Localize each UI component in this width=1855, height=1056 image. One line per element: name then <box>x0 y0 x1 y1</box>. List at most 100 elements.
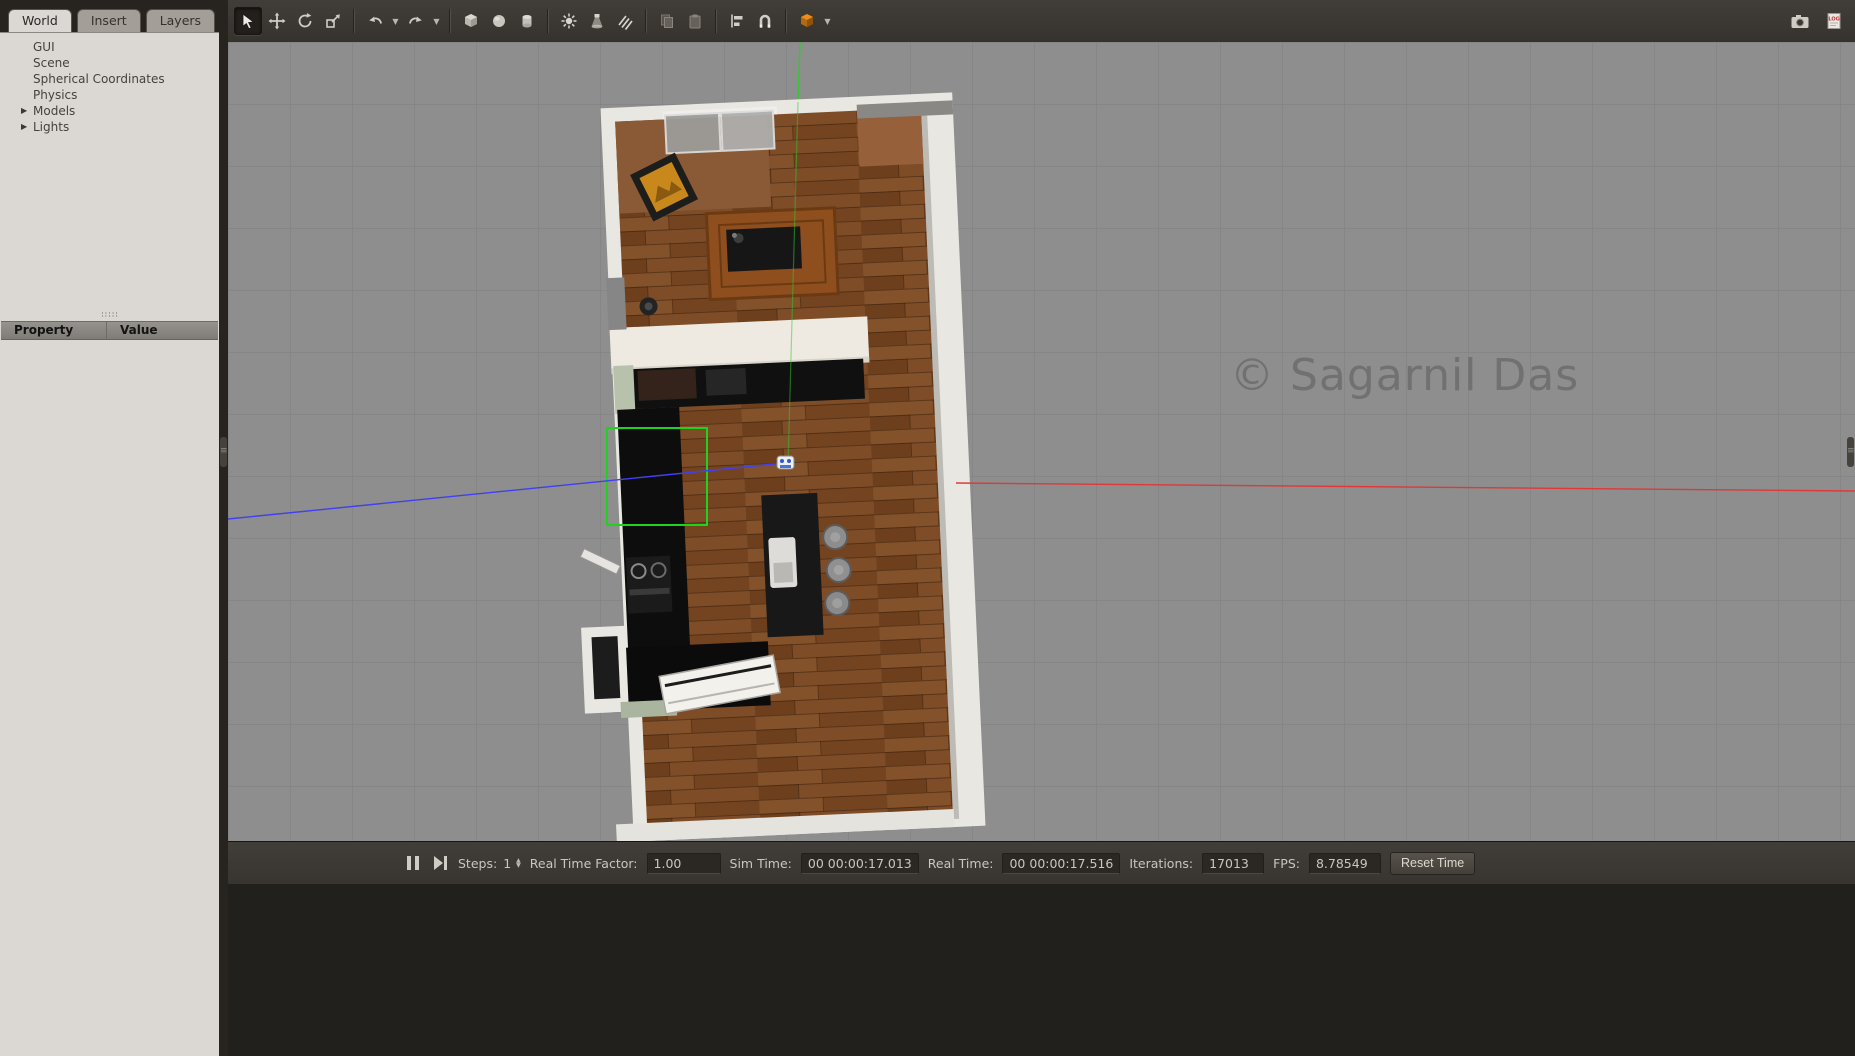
viewport-canvas[interactable]: © Sagarnil Das <box>228 42 1855 841</box>
log-file-icon: LOG <box>1825 12 1843 30</box>
steps-value[interactable]: 1 <box>503 856 511 871</box>
sun-icon <box>560 12 578 30</box>
right-splitter-handle[interactable]: ≡ <box>1847 437 1854 467</box>
gazebo-window: World Insert Layers GUI Scene Spherical … <box>0 0 1855 1056</box>
iterations-field: 17013 <box>1202 853 1264 874</box>
watermark: © Sagarnil Das <box>1230 350 1579 401</box>
align-icon <box>728 12 746 30</box>
expand-arrow-icon[interactable]: ▶ <box>21 106 27 115</box>
tree-item-gui[interactable]: GUI <box>0 39 219 55</box>
redo-button[interactable] <box>403 8 429 34</box>
sim-time-label: Sim Time: <box>730 856 792 871</box>
tree-item-models[interactable]: ▶ Models <box>0 103 219 119</box>
sim-time-field: 00 00:00:17.013 <box>801 853 919 874</box>
svg-text:LOG: LOG <box>1828 17 1839 23</box>
data-logger-button[interactable]: LOG <box>1821 8 1847 34</box>
viewport[interactable]: © Sagarnil Das <box>228 42 1855 841</box>
tree-item-lights[interactable]: ▶ Lights <box>0 119 219 135</box>
steps-spinner[interactable]: ▲▼ <box>516 858 521 868</box>
value-column-header: Value <box>106 322 218 339</box>
move-icon <box>268 12 286 30</box>
fps-field: 8.78549 <box>1309 853 1381 874</box>
select-tool[interactable] <box>234 7 262 35</box>
robot-model[interactable] <box>777 456 794 469</box>
bottom-empty-area <box>228 884 1855 1056</box>
rtf-label: Real Time Factor: <box>530 856 638 871</box>
tree-item-label: Spherical Coordinates <box>33 72 165 86</box>
world-panel: GUI Scene Spherical Coordinates Physics … <box>0 32 219 1056</box>
tree-item-spherical-coordinates[interactable]: Spherical Coordinates <box>0 71 219 87</box>
undo-icon <box>366 12 384 30</box>
toolbar-separator <box>715 9 717 33</box>
grid-overlay <box>228 42 1855 841</box>
iterations-label: Iterations: <box>1129 856 1193 871</box>
reset-time-button[interactable]: Reset Time <box>1390 852 1475 875</box>
stool-models[interactable] <box>822 524 853 615</box>
pointer-icon <box>239 12 257 30</box>
steps-label: Steps: <box>458 856 497 871</box>
world-tree: GUI Scene Spherical Coordinates Physics … <box>0 39 219 135</box>
view-adjust-dropdown[interactable]: ▼ <box>822 8 833 34</box>
property-column-header: Property <box>1 322 106 339</box>
directional-light-tool[interactable] <box>612 8 638 34</box>
copy-button[interactable] <box>654 8 680 34</box>
redo-history-dropdown[interactable]: ▼ <box>431 8 442 34</box>
tree-item-scene[interactable]: Scene <box>0 55 219 71</box>
kitchen-island-model[interactable] <box>761 493 823 637</box>
scale-icon <box>324 12 342 30</box>
screenshot-button[interactable] <box>1787 8 1813 34</box>
toolstrip: ▼ ▼ <box>234 7 833 35</box>
redo-icon <box>407 12 425 30</box>
expand-arrow-icon[interactable]: ▶ <box>21 122 27 131</box>
directional-light-icon <box>616 12 634 30</box>
sphere-tool[interactable] <box>486 8 512 34</box>
toolbar: ▼ ▼ <box>228 0 1855 43</box>
step-forward-icon <box>432 855 448 871</box>
fps-label: FPS: <box>1273 856 1300 871</box>
tree-item-physics[interactable]: Physics <box>0 87 219 103</box>
tree-item-label: Scene <box>33 56 70 70</box>
cylinder-icon <box>518 12 536 30</box>
stove-model[interactable] <box>626 556 672 614</box>
undo-button[interactable] <box>362 8 388 34</box>
rtf-value-field: 1.00 <box>647 853 721 874</box>
toolbar-separator <box>353 9 355 33</box>
real-time-field: 00 00:00:17.516 <box>1002 853 1120 874</box>
rotate-tool[interactable] <box>292 8 318 34</box>
box-tool[interactable] <box>458 8 484 34</box>
translate-tool[interactable] <box>264 8 290 34</box>
sidebar-tabbar: World Insert Layers <box>8 9 215 32</box>
toolbar-right-buttons: LOG <box>1787 8 1847 34</box>
toolbar-separator <box>547 9 549 33</box>
pane-drag-handle[interactable]: ·········· <box>101 312 119 318</box>
tab-layers[interactable]: Layers <box>146 9 215 32</box>
cube-icon <box>462 12 480 30</box>
camera-icon <box>1790 12 1810 30</box>
paste-icon <box>686 12 704 30</box>
snap-tool[interactable] <box>752 8 778 34</box>
view-adjust-tool[interactable] <box>794 8 820 34</box>
spot-light-tool[interactable] <box>584 8 610 34</box>
real-time-label: Real Time: <box>928 856 994 871</box>
align-tool[interactable] <box>724 8 750 34</box>
paste-button[interactable] <box>682 8 708 34</box>
tab-insert[interactable]: Insert <box>77 9 141 32</box>
copy-icon <box>658 12 676 30</box>
scale-tool[interactable] <box>320 8 346 34</box>
pause-button[interactable] <box>404 854 422 872</box>
toolbar-separator <box>645 9 647 33</box>
point-light-tool[interactable] <box>556 8 582 34</box>
tab-world[interactable]: World <box>8 9 72 32</box>
pause-icon <box>406 855 420 871</box>
glass-panels[interactable] <box>665 111 775 154</box>
undo-history-dropdown[interactable]: ▼ <box>390 8 401 34</box>
table-model[interactable] <box>726 226 802 271</box>
orange-cube-icon <box>798 12 816 30</box>
cylinder-tool[interactable] <box>514 8 540 34</box>
sidebar-splitter-handle[interactable]: ≡ <box>220 437 227 467</box>
spin-down-icon[interactable]: ▼ <box>516 863 521 868</box>
rotate-icon <box>296 12 314 30</box>
statusbar: Steps: 1 ▲▼ Real Time Factor: 1.00 Sim T… <box>228 841 1855 884</box>
step-button[interactable] <box>431 854 449 872</box>
magnet-icon <box>756 12 774 30</box>
